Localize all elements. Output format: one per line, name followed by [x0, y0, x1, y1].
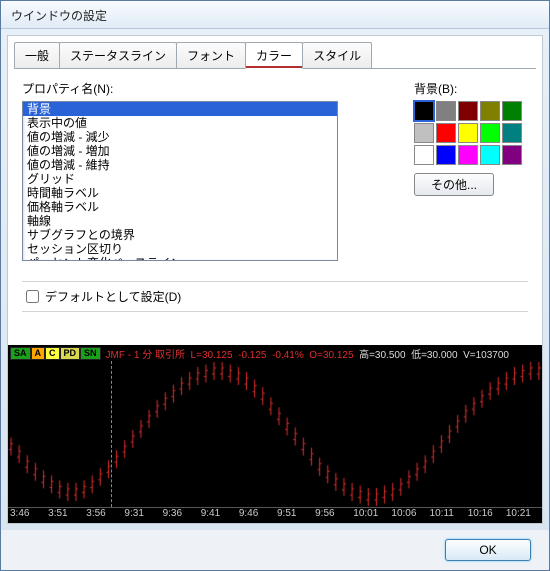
color-swatch[interactable]: [458, 145, 478, 165]
list-item[interactable]: 価格軸ラベル: [23, 200, 337, 214]
chart-time-axis: 3:463:513:569:319:369:419:469:519:5610:0…: [8, 507, 542, 523]
list-item[interactable]: グリッド: [23, 172, 337, 186]
color-swatch[interactable]: [480, 145, 500, 165]
tab-1[interactable]: ステータスライン: [59, 42, 177, 69]
color-swatch[interactable]: [502, 123, 522, 143]
color-swatch[interactable]: [414, 145, 434, 165]
time-tick: 9:56: [313, 508, 351, 523]
tab-0[interactable]: 一般: [14, 42, 60, 69]
default-checkbox-label: デフォルトとして設定(D): [45, 288, 181, 305]
color-swatch[interactable]: [436, 101, 456, 121]
time-tick: 3:56: [84, 508, 122, 523]
list-item[interactable]: 背景: [23, 102, 337, 116]
time-tick: 9:46: [237, 508, 275, 523]
default-checkbox[interactable]: [26, 290, 39, 303]
time-tick: 9:36: [161, 508, 199, 523]
ok-button[interactable]: OK: [445, 539, 531, 561]
time-tick: 10:11: [428, 508, 466, 523]
chart-topbar: SAACPDSN JMF - 1 分 取引所 L=30.125 -0.125 -…: [8, 345, 542, 361]
list-item[interactable]: 軸線: [23, 214, 337, 228]
color-panel-label: 背景(B):: [414, 80, 522, 97]
tab-4[interactable]: スタイル: [302, 42, 372, 69]
color-swatch[interactable]: [502, 145, 522, 165]
color-swatch[interactable]: [436, 145, 456, 165]
chart-canvas: [8, 361, 542, 507]
list-item[interactable]: 値の増減 - 増加: [23, 144, 337, 158]
time-tick: 10:21: [504, 508, 542, 523]
color-swatch[interactable]: [502, 101, 522, 121]
tab-strip: 一般ステータスラインフォントカラースタイル: [8, 36, 542, 69]
color-swatch[interactable]: [414, 123, 434, 143]
chart-badge: PD: [60, 347, 81, 360]
time-tick: 9:51: [275, 508, 313, 523]
dialog-footer: OK: [1, 530, 549, 570]
color-swatch[interactable]: [480, 101, 500, 121]
session-break-line: [111, 361, 112, 507]
color-swatch-grid: [414, 101, 522, 165]
color-swatch[interactable]: [458, 123, 478, 143]
time-tick: 3:51: [46, 508, 84, 523]
color-swatch[interactable]: [458, 101, 478, 121]
chart-badge: A: [31, 347, 46, 360]
list-item[interactable]: サブグラフとの境界: [23, 228, 337, 242]
default-checkbox-row: デフォルトとして設定(D): [22, 281, 528, 312]
color-swatch[interactable]: [414, 101, 434, 121]
window: ウインドウの設定 一般ステータスラインフォントカラースタイル プロパティ名(N)…: [0, 0, 550, 571]
other-color-button[interactable]: その他...: [414, 173, 494, 196]
time-tick: 10:01: [351, 508, 389, 523]
time-tick: 3:46: [8, 508, 46, 523]
list-item[interactable]: セッション区切り: [23, 242, 337, 256]
chart-badge: SN: [80, 347, 101, 360]
time-tick: 10:06: [389, 508, 427, 523]
property-listbox[interactable]: 背景表示中の値値の増減 - 減少値の増減 - 増加値の増減 - 維持グリッド時間…: [22, 101, 338, 261]
chart-badge: SA: [10, 347, 31, 360]
list-item[interactable]: 値の増減 - 維持: [23, 158, 337, 172]
list-item[interactable]: 値の増減 - 減少: [23, 130, 337, 144]
color-swatch[interactable]: [436, 123, 456, 143]
tab-3[interactable]: カラー: [245, 42, 303, 69]
list-item[interactable]: 表示中の値: [23, 116, 337, 130]
chart-badge: C: [45, 347, 60, 360]
time-tick: 9:41: [199, 508, 237, 523]
time-tick: 10:16: [466, 508, 504, 523]
tab-2[interactable]: フォント: [176, 42, 246, 69]
window-title: ウインドウの設定: [1, 1, 549, 29]
tab-body-color: プロパティ名(N): 背景表示中の値値の増減 - 減少値の増減 - 増加値の増減…: [8, 70, 542, 271]
time-tick: 9:31: [122, 508, 160, 523]
chart-preview: SAACPDSN JMF - 1 分 取引所 L=30.125 -0.125 -…: [8, 345, 542, 523]
client-area: 一般ステータスラインフォントカラースタイル プロパティ名(N): 背景表示中の値…: [7, 35, 543, 524]
list-item[interactable]: パーセント変化ベースライン: [23, 256, 337, 261]
color-swatch[interactable]: [480, 123, 500, 143]
chart-status-line: JMF - 1 分 取引所 L=30.125 -0.125 -0.41% O=3…: [106, 346, 509, 361]
property-list-label: プロパティ名(N):: [22, 80, 338, 97]
list-item[interactable]: 時間軸ラベル: [23, 186, 337, 200]
